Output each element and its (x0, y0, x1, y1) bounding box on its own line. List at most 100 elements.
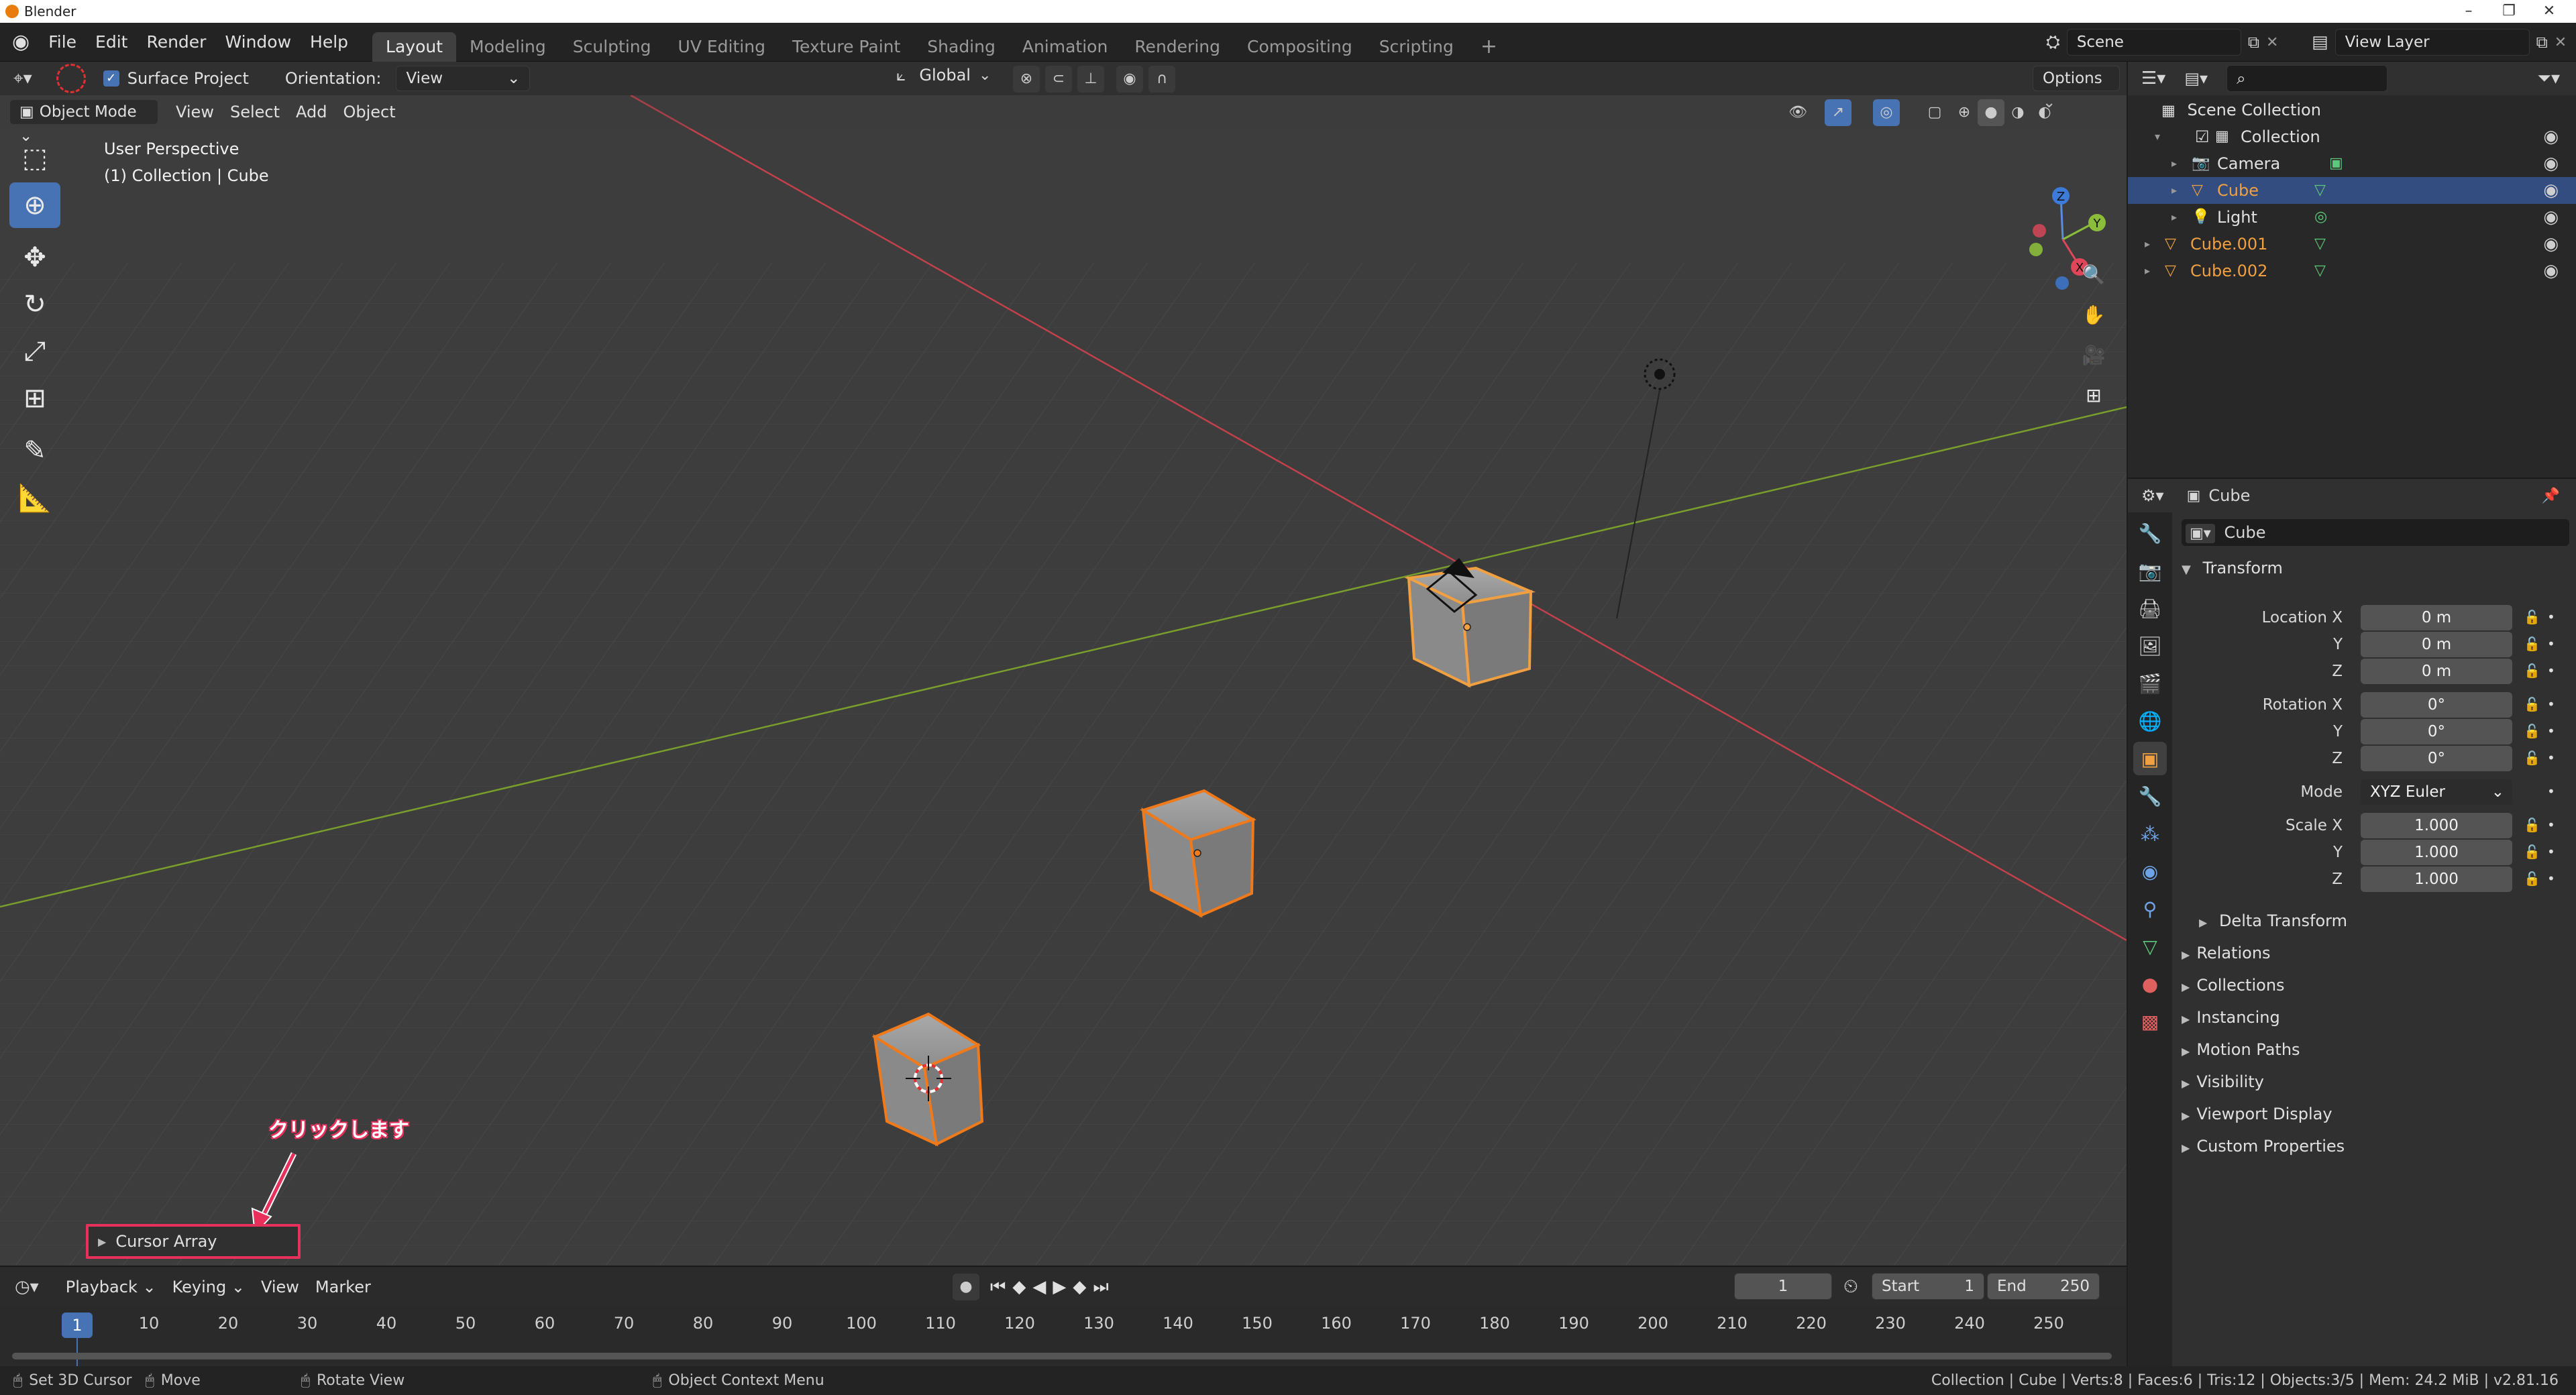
visibility-eye-icon[interactable]: ◉ (2543, 258, 2559, 284)
visibility-eye-icon[interactable]: ◉ (2543, 177, 2559, 204)
restore-icon[interactable]: ❐ (2489, 0, 2529, 23)
tab-compositing[interactable]: Compositing (1234, 32, 1366, 62)
new-scene-icon[interactable]: ⧉ (2248, 33, 2259, 52)
select-box-tool-icon[interactable]: ⬚ (9, 135, 60, 181)
tl-menu-marker[interactable]: Marker (307, 1278, 379, 1296)
close-icon[interactable]: ✕ (2529, 0, 2569, 23)
keyframe-dot-icon[interactable]: • (2547, 844, 2555, 860)
outliner-search-input[interactable]: ⌕ (2226, 65, 2388, 92)
measure-tool-icon[interactable]: 📐 (9, 475, 60, 520)
minimize-icon[interactable]: – (2449, 0, 2489, 23)
annotate-tool-icon[interactable]: ✎ (9, 428, 60, 473)
tab-sculpting[interactable]: Sculpting (559, 32, 665, 62)
timeline-ruler[interactable]: 1 10 20 30 40 50 60 70 80 90 100 110 120 130 140 150 16… (0, 1307, 2127, 1368)
vp-menu-add[interactable]: Add (288, 103, 335, 121)
output-tab-icon[interactable]: 🖨 (2133, 592, 2167, 625)
lock-icon[interactable]: 🔓 (2524, 871, 2540, 887)
location-z-field[interactable]: 0 m (2361, 659, 2512, 684)
gizmo-toggle-icon[interactable]: ↗ (1825, 99, 1851, 126)
visibility-icon[interactable]: 👁 (1784, 99, 1811, 126)
rotation-y-field[interactable]: 0° (2361, 719, 2512, 744)
tab-layout[interactable]: Layout (372, 32, 457, 62)
tab-modeling[interactable]: Modeling (456, 32, 559, 62)
rotation-z-field[interactable]: 0° (2361, 746, 2512, 771)
visibility-eye-icon[interactable]: ◉ (2543, 231, 2559, 258)
keyframe-dot-icon[interactable]: • (2547, 817, 2555, 833)
pin-icon[interactable]: 📌 (2542, 488, 2560, 504)
expand-arrow-icon[interactable]: ▸ (2145, 231, 2150, 258)
orientation-dropdown[interactable]: View ⌄ (396, 66, 531, 91)
lock-icon[interactable]: 🔓 (2524, 663, 2540, 679)
section-visibility[interactable]: ▶ Visibility (2182, 1066, 2571, 1097)
solid-shading-icon[interactable]: ● (1978, 99, 2004, 126)
rotation-mode-dropdown[interactable]: XYZ Euler ⌄ (2361, 779, 2512, 805)
vp-menu-object[interactable]: Object (335, 103, 403, 121)
object-data-icon[interactable]: ▽ (2314, 177, 2326, 204)
collection-checkbox-icon[interactable]: ☑ (2195, 123, 2210, 150)
new-view-layer-icon[interactable]: ⧉ (2536, 33, 2548, 52)
object-datablock-icon[interactable]: ▣▾ (2186, 524, 2215, 543)
scene-tab-icon[interactable]: 🎬 (2133, 667, 2167, 700)
rotation-x-field[interactable]: 0° (2361, 692, 2512, 718)
scale-z-field[interactable]: 1.000 (2361, 867, 2512, 892)
constraints-tab-icon[interactable]: ⚲ (2133, 892, 2167, 926)
physics-tab-icon[interactable]: ◉ (2133, 854, 2167, 888)
scene-icon[interactable]: ⛭ (2046, 32, 2060, 53)
location-x-field[interactable]: 0 m (2361, 605, 2512, 630)
transform-tool-icon[interactable]: ⊞ (9, 376, 60, 421)
section-motion-paths[interactable]: ▶ Motion Paths (2182, 1034, 2571, 1065)
add-workspace-icon[interactable]: + (1467, 32, 1511, 62)
visibility-eye-icon[interactable]: ◉ (2543, 204, 2559, 231)
proportional-edit-icon[interactable]: ◉ (1116, 66, 1143, 93)
expand-arrow-icon[interactable]: ▸ (2171, 150, 2177, 177)
transform-panel-header[interactable]: ▼ Transform (2182, 553, 2571, 583)
vp-menu-select[interactable]: Select (222, 103, 288, 121)
properties-type-icon[interactable]: ⚙▾ (2128, 486, 2169, 505)
filter-icon[interactable]: ⏷▾ (2537, 68, 2560, 89)
keyframe-dot-icon[interactable]: • (2547, 871, 2555, 887)
vp-menu-view[interactable]: View (168, 103, 222, 121)
location-y-field[interactable]: 0 m (2361, 632, 2512, 657)
delta-transform-header[interactable]: ▶ Delta Transform (2199, 905, 2576, 936)
tl-menu-playback[interactable]: Playback ⌄ (58, 1278, 164, 1296)
section-relations[interactable]: ▶ Relations (2182, 938, 2571, 968)
scale-tool-icon[interactable]: ⤢ (9, 329, 60, 374)
prev-keyframe-icon[interactable]: ◆ (1012, 1277, 1026, 1297)
object-data-icon[interactable]: ▽ (2314, 231, 2326, 258)
next-keyframe-icon[interactable]: ◆ (1073, 1277, 1086, 1297)
current-frame-field[interactable]: 1 (1734, 1273, 1832, 1300)
material-tab-icon[interactable]: ● (2133, 967, 2167, 1001)
lock-icon[interactable]: 🔓 (2524, 636, 2540, 652)
xray-icon[interactable]: ▢ (1921, 99, 1948, 126)
lock-icon[interactable]: 🔓 (2524, 750, 2540, 766)
lock-icon[interactable]: 🔓 (2524, 609, 2540, 625)
editor-type-icon[interactable]: ⌖▾ (0, 68, 36, 89)
outliner-item-cube-001[interactable]: ▸ ▽ Cube.001 ▽ ◉ (2128, 231, 2576, 258)
tab-texture-paint[interactable]: Texture Paint (779, 32, 914, 62)
cursor-tool-button-icon[interactable]: ⊕ (9, 182, 60, 228)
section-instancing[interactable]: ▶ Instancing (2182, 1002, 2571, 1033)
outliner-type-icon[interactable]: ☰▾ (2128, 68, 2171, 89)
view-layer-icon[interactable]: ▤ (2312, 32, 2328, 52)
material-shading-icon[interactable]: ◑ (2004, 99, 2031, 126)
pivot-point-icon[interactable]: ⊗ (1013, 66, 1040, 93)
keyframe-dot-icon[interactable]: • (2547, 609, 2555, 625)
particles-tab-icon[interactable]: ⁂ (2133, 817, 2167, 850)
expand-arrow-icon[interactable]: ▾ (2155, 123, 2160, 150)
pan-hand-icon[interactable]: ✋ (2077, 296, 2110, 333)
world-tab-icon[interactable]: 🌐 (2133, 704, 2167, 738)
display-mode-icon[interactable]: ▤▾ (2171, 69, 2213, 88)
tool-tab-icon[interactable]: 🔧 (2133, 516, 2167, 550)
scale-x-field[interactable]: 1.000 (2361, 813, 2512, 838)
menu-window[interactable]: Window (215, 23, 301, 62)
menu-render[interactable]: Render (137, 23, 215, 62)
preview-range-icon[interactable]: ⏲ (1843, 1275, 1858, 1298)
mode-dropdown[interactable]: ▣ Object Mode ⌄ (9, 99, 158, 145)
view-layer-tab-icon[interactable]: 🖼 (2133, 629, 2167, 663)
transform-orientation-dropdown[interactable]: ⟀ Global ⌄ (896, 66, 991, 85)
object-data-icon[interactable]: ▣ (2329, 150, 2343, 177)
rotate-tool-icon[interactable]: ↻ (9, 282, 60, 327)
play-icon[interactable]: ▶ (1053, 1277, 1066, 1297)
snap-icon[interactable]: ⊂ (1045, 66, 1072, 93)
options-dropdown[interactable]: Options ⌄ (2033, 66, 2120, 111)
